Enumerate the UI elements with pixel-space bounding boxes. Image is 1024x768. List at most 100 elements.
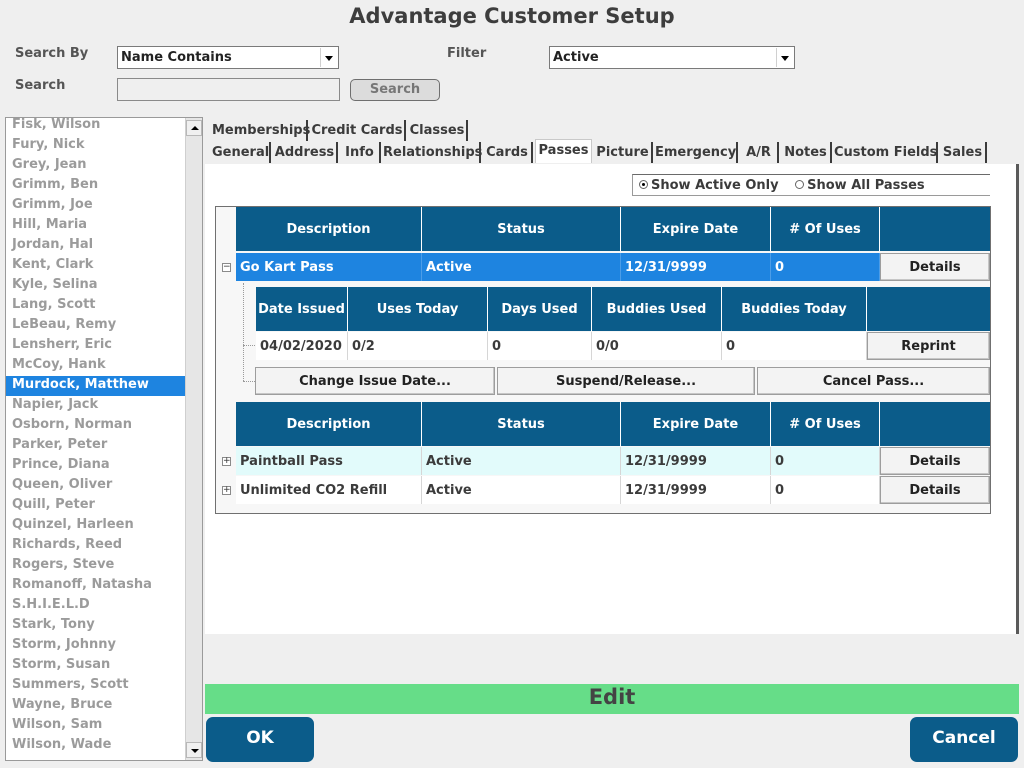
customer-list-item[interactable]: Lang, Scott — [6, 296, 186, 316]
expand-icon[interactable]: + — [222, 486, 231, 495]
search-input[interactable] — [117, 78, 340, 101]
customer-list-item[interactable]: Storm, Susan — [6, 656, 186, 676]
tab-sales[interactable]: Sales — [940, 142, 987, 163]
customer-list-item[interactable]: Napier, Jack — [6, 396, 186, 416]
radio-selected-icon[interactable] — [639, 180, 648, 189]
tab-info[interactable]: Info — [340, 142, 381, 163]
customer-list-item[interactable]: Rogers, Steve — [6, 556, 186, 576]
customer-list-item[interactable]: Kent, Clark — [6, 256, 186, 276]
column-header-uses-today: Uses Today — [348, 287, 488, 331]
tab-address[interactable]: Address — [273, 142, 338, 163]
customer-list-item[interactable]: Jordan, Hal — [6, 236, 186, 256]
mode-banner: Edit — [205, 684, 1019, 714]
window-title: Advantage Customer Setup — [349, 4, 675, 28]
detail-date-issued: 04/02/2020 — [256, 332, 348, 360]
customer-list-item[interactable]: Hill, Maria — [6, 216, 186, 236]
customer-list-item[interactable]: Quinzel, Harleen — [6, 516, 186, 536]
customer-list-item[interactable]: Osborn, Norman — [6, 416, 186, 436]
column-header-blank-detail — [867, 287, 990, 331]
customer-list-item[interactable]: Grimm, Ben — [6, 176, 186, 196]
chevron-down-icon[interactable] — [776, 48, 793, 67]
tab-credit-cards[interactable]: Credit Cards — [310, 120, 406, 141]
search-button[interactable]: Search — [350, 79, 440, 101]
customer-list-item[interactable]: Fisk, Wilson — [6, 118, 186, 136]
tab-notes[interactable]: Notes — [781, 142, 832, 163]
panel-footer-area — [205, 634, 1019, 684]
detail-buddies-used: 0/0 — [592, 332, 722, 360]
customer-list-item[interactable]: Quill, Peter — [6, 496, 186, 516]
customer-list-item[interactable]: Grey, Jean — [6, 156, 186, 176]
customer-list-scrollbar[interactable] — [185, 118, 202, 760]
tab-classes[interactable]: Classes — [408, 120, 468, 141]
change-issue-date-button[interactable]: Change Issue Date... — [255, 367, 495, 395]
customer-list-item[interactable]: Storm, Johnny — [6, 636, 186, 656]
pass-description: Unlimited CO2 Refill — [236, 476, 422, 504]
show-all-passes-radio[interactable]: Show All Passes — [795, 178, 925, 193]
tab-custom-fields[interactable]: Custom Fields — [834, 142, 938, 163]
tab-relationships[interactable]: Relationships — [383, 142, 482, 163]
tab-emergency[interactable]: Emergency — [655, 142, 738, 163]
pass-expire-date: 12/31/9999 — [621, 476, 771, 504]
ok-button[interactable]: OK — [206, 717, 314, 762]
customer-list-item[interactable]: S.H.I.E.L.D — [6, 596, 186, 616]
customer-list-item[interactable]: Wayne, Bruce — [6, 696, 186, 716]
pass-uses: 0 — [771, 447, 880, 475]
customer-list-item[interactable]: Richards, Reed — [6, 536, 186, 556]
tab-a-r[interactable]: A/R — [740, 142, 779, 163]
customer-list-item[interactable]: Queen, Oliver — [6, 476, 186, 496]
details-button[interactable]: Details — [880, 447, 990, 475]
customer-list-item[interactable]: Lensherr, Eric — [6, 336, 186, 356]
details-button[interactable]: Details — [880, 476, 990, 504]
column-header-blank-2 — [880, 402, 990, 446]
filter-select[interactable]: Active — [549, 46, 795, 69]
filter-value: Active — [553, 50, 599, 65]
column-header-status: Status — [422, 207, 621, 251]
customer-list-item[interactable]: Wilson, Sam — [6, 716, 186, 736]
column-header-description: Description — [236, 207, 422, 251]
customer-list-item[interactable]: Kyle, Selina — [6, 276, 186, 296]
column-header-uses: # Of Uses — [771, 207, 880, 251]
tab-memberships[interactable]: Memberships — [212, 120, 310, 141]
column-header-buddies-today: Buddies Today — [722, 287, 867, 331]
detail-uses-today: 0/2 — [348, 332, 488, 360]
cancel-button[interactable]: Cancel — [910, 717, 1018, 762]
suspend-release-button[interactable]: Suspend/Release... — [497, 367, 755, 395]
filter-label: Filter — [447, 46, 487, 61]
pass-filter-group: Show Active Only Show All Passes — [632, 174, 990, 196]
pass-uses: 0 — [771, 253, 880, 281]
column-header-expire-date-2: Expire Date — [621, 402, 771, 446]
tab-picture[interactable]: Picture — [594, 142, 653, 163]
chevron-down-icon[interactable] — [320, 48, 337, 67]
customer-list-item[interactable]: Prince, Diana — [6, 456, 186, 476]
customer-list-item[interactable]: Parker, Peter — [6, 436, 186, 456]
scroll-down-icon[interactable] — [186, 742, 202, 758]
customer-list-item[interactable]: Summers, Scott — [6, 676, 186, 696]
customer-list-item[interactable]: Grimm, Joe — [6, 196, 186, 216]
pass-status: Active — [422, 476, 621, 504]
scroll-up-icon[interactable] — [186, 120, 202, 136]
pass-status: Active — [422, 253, 621, 281]
customer-list-item[interactable]: Stark, Tony — [6, 616, 186, 636]
customer-list-item[interactable]: Wilson, Wade — [6, 736, 186, 756]
search-by-select[interactable]: Name Contains — [117, 46, 339, 69]
column-header-expire-date: Expire Date — [621, 207, 771, 251]
customer-list-item[interactable]: Romanoff, Natasha — [6, 576, 186, 596]
reprint-button[interactable]: Reprint — [867, 332, 990, 360]
column-header-buddies-used: Buddies Used — [592, 287, 722, 331]
radio-empty-icon[interactable] — [795, 180, 805, 189]
tab-passes[interactable]: Passes — [535, 139, 592, 163]
pass-expire-date: 12/31/9999 — [621, 253, 771, 281]
column-header-blank — [880, 207, 990, 251]
expand-icon[interactable]: + — [222, 457, 231, 466]
customer-list[interactable]: Fisk, Wilson Fury, Nick Grey, Jean Grimm, B… — [5, 117, 203, 761]
customer-list-item[interactable]: Fury, Nick — [6, 136, 186, 156]
customer-list-item[interactable]: Murdock, Matthew — [6, 376, 186, 396]
customer-list-item[interactable]: LeBeau, Remy — [6, 316, 186, 336]
tab-cards[interactable]: Cards — [483, 142, 533, 163]
collapse-icon[interactable]: − — [222, 263, 231, 272]
tab-general[interactable]: General — [212, 142, 271, 163]
customer-list-item[interactable]: McCoy, Hank — [6, 356, 186, 376]
details-button[interactable]: Details — [880, 253, 990, 281]
cancel-pass-button[interactable]: Cancel Pass... — [757, 367, 990, 395]
show-active-only-radio[interactable]: Show Active Only — [639, 178, 779, 193]
